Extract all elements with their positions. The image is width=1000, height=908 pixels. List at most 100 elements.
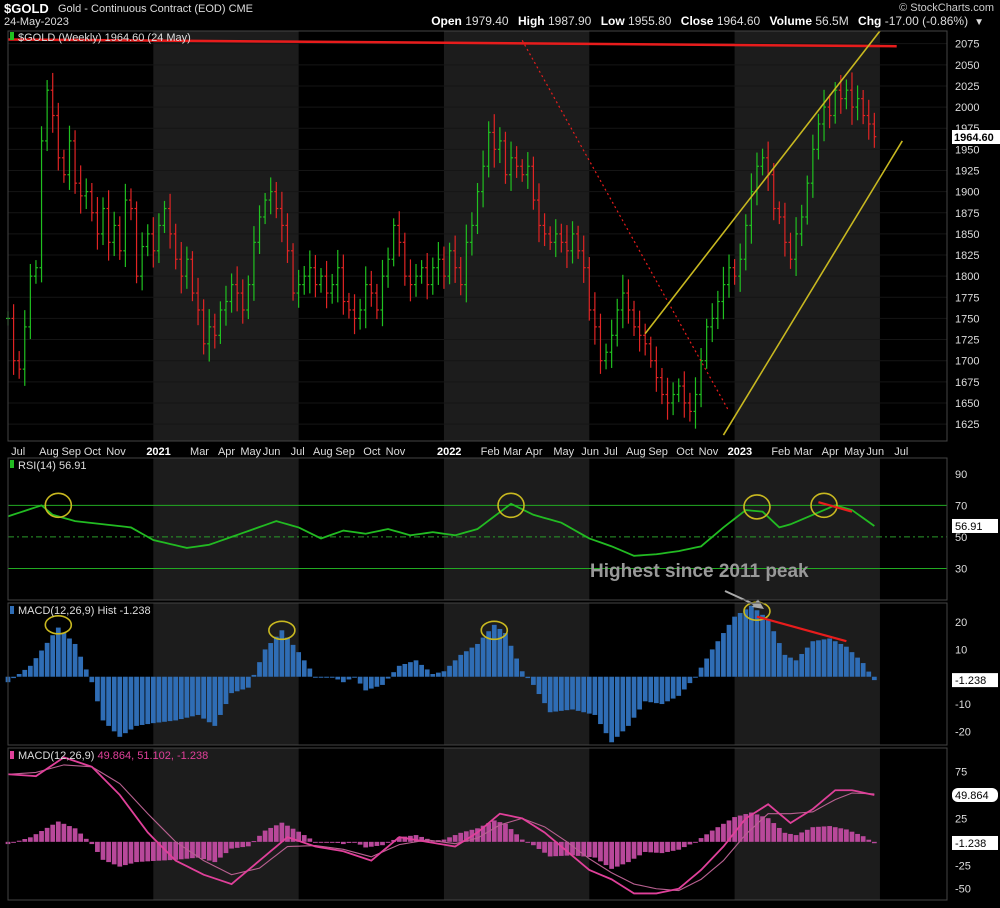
macd-hist-bar: [167, 676, 173, 722]
macd-panel-hist-bar: [503, 823, 508, 842]
macd-hist-bar: [206, 676, 212, 723]
macd-hist-bar: [849, 652, 855, 677]
macd-panel-hist-bar: [592, 841, 598, 858]
price-y-tick: 1925: [955, 165, 979, 177]
x-axis-label: Jun: [263, 446, 281, 458]
hist-y-tick: -20: [955, 726, 971, 738]
macd-panel-hist-bar: [50, 824, 56, 842]
macd-panel-hist-bar: [212, 841, 218, 863]
rsi-y-tick: 90: [955, 469, 967, 481]
macd-hist-bar: [128, 676, 134, 730]
rsi-legend-swatch: [10, 460, 14, 468]
macd-hist-bar: [162, 676, 167, 722]
macd-panel-hist-bar: [844, 829, 849, 842]
macd-hist-bar: [139, 676, 145, 725]
macd-y-tick: -25: [955, 860, 971, 872]
macd-panel-hist-bar: [33, 834, 39, 842]
x-axis-label: May: [844, 446, 865, 458]
macd-hist-bar: [424, 669, 430, 677]
macd-panel-hist-bar: [340, 841, 346, 845]
x-axis-label: Oct: [676, 446, 693, 458]
macd-hist-bar: [665, 676, 670, 702]
macd-hist-bar: [100, 676, 106, 721]
macd-panel-hist-bar: [44, 827, 50, 842]
macd-panel-hist-bar: [721, 823, 726, 842]
x-axis-label: Aug: [626, 446, 646, 458]
macd-hist-bar: [732, 616, 737, 677]
macd-hist-bar: [871, 676, 877, 681]
macd-panel-hist-bar: [234, 841, 240, 848]
macd-hist-bar: [592, 676, 598, 715]
macd-hist-bar: [558, 676, 564, 711]
macd-hist-bar: [95, 676, 100, 702]
macd-panel-hist-bar: [715, 827, 721, 842]
macd-hist-bar: [721, 633, 726, 677]
macd-hist-bar: [441, 671, 447, 677]
x-axis-label: 2022: [437, 446, 461, 458]
macd-hist-bar: [257, 662, 262, 677]
macd-hist-bar: [72, 643, 78, 677]
macd-panel-hist-bar: [229, 841, 234, 849]
macd-hist-last-label: -1.238: [955, 838, 986, 850]
macd-panel-hist-bar: [827, 826, 833, 842]
macd-hist-bar: [782, 654, 788, 677]
price-y-tick: 1825: [955, 250, 979, 262]
macd-hist-bar: [268, 643, 274, 677]
macd-panel-hist-bar: [609, 841, 615, 869]
x-axis-label: Oct: [84, 446, 101, 458]
macd-hist-bar: [503, 633, 508, 677]
macd-hist-bar: [251, 674, 257, 677]
macd-hist-bar: [245, 676, 251, 688]
macd-hist-bar: [374, 676, 380, 687]
macd-panel-hist-bar: [61, 823, 67, 842]
macd-hist-bar: [570, 676, 575, 710]
macd-hist-bar: [413, 660, 419, 677]
macd-hist-bar: [178, 676, 184, 720]
macd-hist-bar: [134, 676, 139, 726]
macd-hist-bar: [419, 664, 424, 677]
x-axis-label: 2021: [146, 446, 170, 458]
macd-panel-hist-bar: [352, 841, 357, 843]
macd-hist-bar: [642, 676, 648, 702]
macd-hist-bar: [771, 631, 777, 677]
macd-panel-hist-bar: [201, 841, 207, 860]
macd-hist-bar: [603, 676, 609, 734]
macd-hist-bar: [335, 676, 341, 680]
price-y-tick: 1775: [955, 292, 979, 304]
price-y-tick: 1900: [955, 187, 979, 199]
macd-hist-bar: [39, 650, 44, 677]
macd-hist-bar: [860, 663, 866, 677]
macd-hist-bar: [788, 657, 793, 677]
x-axis-label: May: [240, 446, 261, 458]
macd-y-tick: 75: [955, 766, 967, 778]
macd-hist-bar: [380, 676, 385, 685]
macd-panel-hist-bar: [871, 841, 877, 844]
macd-panel-hist-bar: [173, 841, 179, 860]
macd-hist-bar: [145, 676, 151, 725]
rsi-last-label: 56.91: [955, 521, 983, 533]
macd-hist-bar: [329, 676, 335, 678]
macd-panel-hist-bar: [598, 841, 603, 862]
hist-y-tick: 20: [955, 617, 967, 629]
macd-hist-bar: [564, 676, 570, 711]
macd-hist-bar: [212, 676, 218, 726]
macd-panel-hist-bar: [704, 834, 710, 842]
macd-hist-bar: [402, 663, 408, 677]
macd-hist-bar: [626, 676, 631, 726]
macd-panel-hist-bar: [709, 830, 715, 842]
macd-hist-bar: [50, 635, 56, 677]
x-axis-label: Nov: [106, 446, 126, 458]
price-legend-swatch: [10, 32, 14, 40]
macd-hist-bar: [637, 676, 642, 710]
macd-hist-bar: [201, 676, 207, 719]
macd-legend: MACD(12,26,9) 49.864, 51.102, -1.238: [18, 750, 208, 762]
macd-panel-hist-bar: [55, 821, 61, 842]
macd-hist-bar: [27, 665, 33, 677]
macd-panel-hist-bar: [447, 837, 452, 842]
price-y-tick: 1700: [955, 356, 979, 368]
hist-last-label: -1.238: [955, 675, 986, 687]
x-axis-label: Aug: [313, 446, 333, 458]
macd-hist-bar: [715, 641, 721, 677]
x-axis-label: Nov: [699, 446, 719, 458]
macd-hist-bar: [793, 660, 799, 677]
